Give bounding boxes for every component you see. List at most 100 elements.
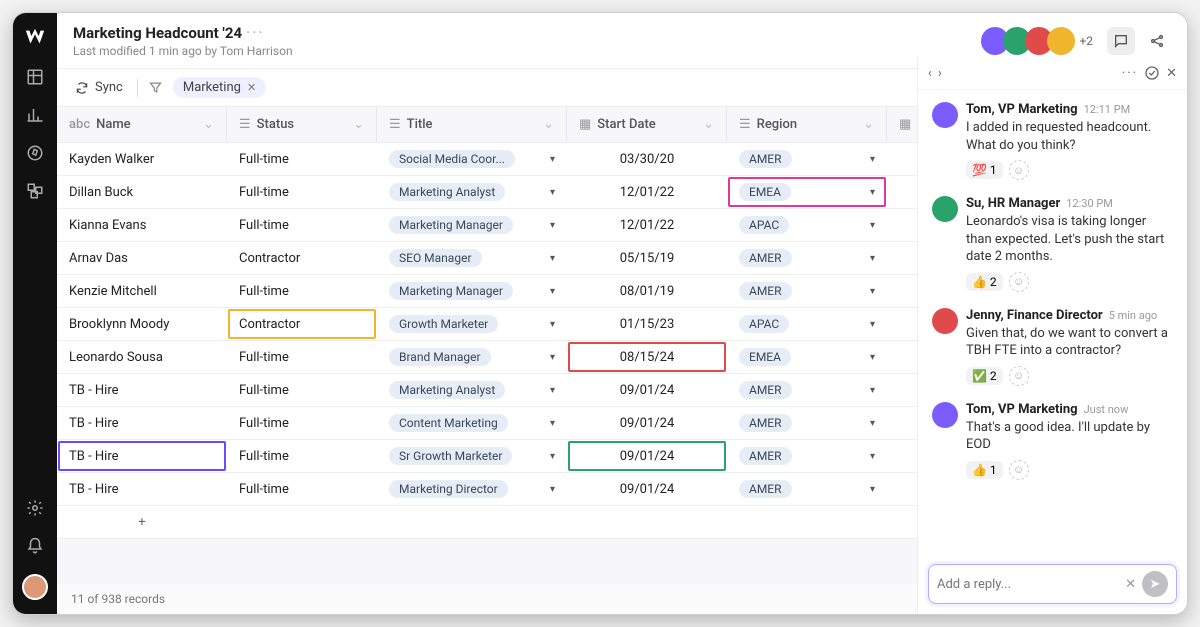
chevron-down-icon[interactable]: ▾ bbox=[870, 319, 875, 330]
cell[interactable]: Full-time bbox=[227, 143, 377, 175]
cell[interactable]: Leonardo Sousa bbox=[57, 341, 227, 373]
presence-avatar[interactable] bbox=[1047, 27, 1075, 55]
chevron-down-icon[interactable]: ▾ bbox=[870, 484, 875, 495]
cell[interactable]: Content Marketing▾ bbox=[377, 407, 567, 439]
nav-settings-icon[interactable] bbox=[25, 498, 45, 518]
cell[interactable]: Sr Growth Marketer▾ bbox=[377, 440, 567, 472]
column-header-start-date[interactable]: ▦Start Date⌄ bbox=[567, 107, 727, 142]
chevron-down-icon[interactable]: ▾ bbox=[550, 451, 555, 462]
comments-menu-icon[interactable]: ··· bbox=[1122, 66, 1138, 81]
share-button[interactable] bbox=[1143, 27, 1171, 55]
chevron-down-icon[interactable]: ▾ bbox=[550, 220, 555, 231]
presence-overflow[interactable]: +2 bbox=[1079, 34, 1093, 48]
cell[interactable]: Brand Manager▾ bbox=[377, 341, 567, 373]
cell[interactable]: 12/01/22 bbox=[567, 209, 727, 241]
chevron-down-icon[interactable]: ▾ bbox=[870, 385, 875, 396]
cell[interactable]: EMEA▾ bbox=[727, 341, 887, 373]
chevron-down-icon[interactable]: ▾ bbox=[550, 385, 555, 396]
chevron-down-icon[interactable]: ▾ bbox=[870, 220, 875, 231]
sync-button[interactable]: Sync bbox=[71, 78, 127, 97]
cell[interactable]: 09/01/24 bbox=[567, 440, 727, 472]
title-menu-icon[interactable]: ··· bbox=[246, 23, 265, 42]
cell[interactable]: AMER▾ bbox=[727, 275, 887, 307]
reply-input[interactable] bbox=[937, 577, 1119, 592]
chevron-down-icon[interactable]: ▾ bbox=[550, 352, 555, 363]
cell[interactable]: 09/01/24 bbox=[567, 473, 727, 505]
cell[interactable]: AMER▾ bbox=[727, 143, 887, 175]
nav-layers-icon[interactable] bbox=[25, 181, 45, 201]
resolve-thread-button[interactable] bbox=[1144, 65, 1160, 81]
chevron-down-icon[interactable]: ▾ bbox=[550, 484, 555, 495]
cell[interactable]: Contractor bbox=[227, 242, 377, 274]
cell[interactable]: Full-time bbox=[227, 473, 377, 505]
cell[interactable]: Marketing Analyst▾ bbox=[377, 176, 567, 208]
reaction-chip[interactable]: ✅ 2 bbox=[966, 367, 1003, 385]
cell[interactable]: AMER▾ bbox=[727, 407, 887, 439]
cell[interactable]: 01/15/23 bbox=[567, 308, 727, 340]
chevron-down-icon[interactable]: ▾ bbox=[550, 187, 555, 198]
comments-toggle-button[interactable] bbox=[1107, 27, 1135, 55]
cell[interactable]: AMER▾ bbox=[727, 242, 887, 274]
cell[interactable]: 09/01/24 bbox=[567, 374, 727, 406]
filter-chip[interactable]: Marketing ✕ bbox=[173, 77, 266, 98]
add-record-button[interactable]: + bbox=[57, 506, 227, 538]
cell[interactable]: Dillan Buck bbox=[57, 176, 227, 208]
cell[interactable]: APAC▾ bbox=[727, 308, 887, 340]
cell[interactable]: Brooklynn Moody bbox=[57, 308, 227, 340]
chevron-down-icon[interactable]: ▾ bbox=[550, 253, 555, 264]
cell[interactable]: Arnav Das bbox=[57, 242, 227, 274]
chevron-down-icon[interactable]: ▾ bbox=[550, 418, 555, 429]
chevron-down-icon[interactable]: ▾ bbox=[550, 154, 555, 165]
next-thread-button[interactable]: › bbox=[938, 66, 942, 81]
cell[interactable]: 12/01/22 bbox=[567, 176, 727, 208]
cell[interactable]: 09/01/24 bbox=[567, 407, 727, 439]
cell[interactable]: 08/01/19 bbox=[567, 275, 727, 307]
cell[interactable]: SEO Manager▾ bbox=[377, 242, 567, 274]
cell[interactable]: Full-time bbox=[227, 440, 377, 472]
cell[interactable]: Kayden Walker bbox=[57, 143, 227, 175]
nav-table-icon[interactable] bbox=[25, 67, 45, 87]
cell[interactable]: Contractor bbox=[227, 308, 377, 340]
cell[interactable]: Marketing Director▾ bbox=[377, 473, 567, 505]
column-header-name[interactable]: abcName⌄ bbox=[57, 107, 227, 142]
cell[interactable]: AMER▾ bbox=[727, 374, 887, 406]
cell[interactable]: TB - Hire bbox=[57, 407, 227, 439]
send-reply-button[interactable]: ➤ bbox=[1142, 571, 1168, 597]
cell[interactable]: Full-time bbox=[227, 374, 377, 406]
cell[interactable]: APAC▾ bbox=[727, 209, 887, 241]
column-header-title[interactable]: ☰Title⌄ bbox=[377, 107, 567, 142]
chevron-down-icon[interactable]: ▾ bbox=[550, 319, 555, 330]
cell[interactable]: Full-time bbox=[227, 341, 377, 373]
column-header-region[interactable]: ☰Region⌄ bbox=[727, 107, 887, 142]
nav-compass-icon[interactable] bbox=[25, 143, 45, 163]
cell[interactable]: Full-time bbox=[227, 209, 377, 241]
filter-icon[interactable] bbox=[148, 80, 163, 95]
nav-notifications-icon[interactable] bbox=[25, 536, 45, 556]
cell[interactable]: EMEA▾ bbox=[727, 176, 887, 208]
cell[interactable]: Kenzie Mitchell bbox=[57, 275, 227, 307]
cell[interactable]: Social Media Coor...▾ bbox=[377, 143, 567, 175]
chevron-down-icon[interactable]: ▾ bbox=[870, 154, 875, 165]
cell[interactable]: TB - Hire bbox=[57, 374, 227, 406]
cell[interactable]: 08/15/24 bbox=[567, 341, 727, 373]
nav-chart-icon[interactable] bbox=[25, 105, 45, 125]
chevron-down-icon[interactable]: ▾ bbox=[870, 286, 875, 297]
add-reaction-button[interactable]: ☺ bbox=[1009, 460, 1029, 480]
chevron-down-icon[interactable]: ▾ bbox=[870, 187, 875, 198]
reaction-chip[interactable]: 👍 2 bbox=[966, 273, 1003, 291]
cell[interactable]: 05/15/19 bbox=[567, 242, 727, 274]
current-user-avatar[interactable] bbox=[22, 574, 48, 600]
filter-chip-remove-icon[interactable]: ✕ bbox=[247, 81, 256, 94]
clear-reply-button[interactable]: ✕ bbox=[1125, 577, 1136, 592]
chevron-down-icon[interactable]: ▾ bbox=[550, 286, 555, 297]
add-reaction-button[interactable]: ☺ bbox=[1009, 272, 1029, 292]
cell[interactable]: Marketing Analyst▾ bbox=[377, 374, 567, 406]
chevron-down-icon[interactable]: ▾ bbox=[870, 418, 875, 429]
add-reaction-button[interactable]: ☺ bbox=[1009, 160, 1029, 180]
cell[interactable]: AMER▾ bbox=[727, 473, 887, 505]
reaction-chip[interactable]: 💯 1 bbox=[966, 161, 1003, 179]
cell[interactable]: 03/30/20 bbox=[567, 143, 727, 175]
cell[interactable]: Full-time bbox=[227, 407, 377, 439]
cell[interactable]: Growth Marketer▾ bbox=[377, 308, 567, 340]
cell[interactable]: Marketing Manager▾ bbox=[377, 275, 567, 307]
